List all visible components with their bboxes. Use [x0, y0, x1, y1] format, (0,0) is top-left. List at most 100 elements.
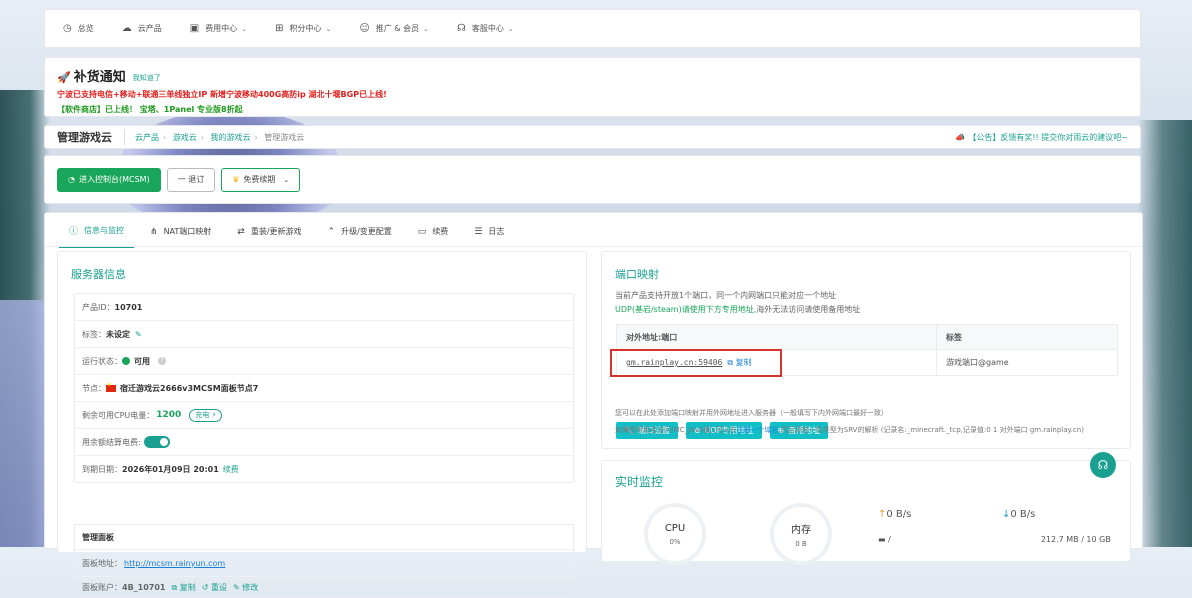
restock-notice: 🚀 补货通知 我知道了 宁波已支持电信+移动+联通三单线独立IP 新增宁波移动40… [44, 57, 1141, 117]
help-icon[interactable]: ? [158, 357, 166, 365]
nav-item-1[interactable]: ☁ 云产品 [122, 23, 162, 34]
notice-line-1: 宁波已支持电信+移动+联通三单线独立IP 新增宁波移动400G高防ip 湖北十堰… [57, 90, 387, 99]
chevron-down-icon: ⌄ [507, 24, 514, 33]
monitor-title: 实时监控 [615, 475, 664, 489]
port-mapping-title: 端口映射 [615, 268, 659, 281]
network-icon: ⋔ [150, 226, 158, 237]
tab-2[interactable]: ⇄ 重装/更新游戏 [227, 226, 311, 248]
top-navigation: ◷ 总览 ☁ 云产品 ▣ 费用中心 ⌄ ⊞ 积分中心 ⌄ ☺ 推广 & 会员 ⌄ ☊ 客服中心 ⌄ [44, 9, 1141, 48]
breadcrumb: 云产品 › 游戏云 › 我的游戏云 › 管理游戏云 [135, 132, 305, 142]
download-speed: ↓0 B/s [1002, 509, 1036, 520]
unsubscribe-button[interactable]: 一 退订 [166, 167, 216, 192]
port-desc-2: UDP(基岩/steam)请使用下方专用地址,海外无法访问请使用备用地址 [615, 305, 861, 314]
nav-item-label: 费用中心 [205, 24, 238, 33]
port-tag: 游戏端口@game [946, 358, 1009, 367]
recharge-button[interactable]: 充电 ⚡ [189, 408, 223, 422]
tab-5[interactable]: ☰ 日志 [464, 226, 514, 248]
expire-value: 2026年01月09日 20:01 [122, 464, 219, 474]
action-bar: ◔ 进入控制台(MCSM) 一 退订 ♛ 免费续期 ⌄ [44, 155, 1141, 204]
expire-row: 到期日期： 2026年01月09日 20:01 续费 [82, 464, 239, 475]
nav-item-5[interactable]: ☊ 客服中心 ⌄ [457, 23, 514, 34]
disk-icon: ▬ [878, 535, 886, 544]
megaphone-icon: 📣 [955, 132, 966, 142]
register-domain-link[interactable]: 注册一个域名 [737, 426, 779, 434]
tab-3[interactable]: ⌃ 升级/变更配置 [318, 226, 402, 248]
tab-4[interactable]: ▭ 续费 [408, 226, 459, 248]
notice-title: 🚀 补货通知 [57, 70, 126, 85]
modify-button[interactable]: ✎ 修改 [233, 582, 258, 593]
enter-control-panel-button[interactable]: ◔ 进入控制台(MCSM) [57, 167, 161, 192]
china-flag-icon [106, 382, 116, 392]
breadcrumb-game-cloud[interactable]: 游戏云 [173, 133, 197, 142]
nav-item-4[interactable]: ☺ 推广 & 会员 ⌄ [359, 23, 429, 34]
snow-tree-right [1138, 120, 1192, 547]
port-desc-1: 当前产品支持开放1个端口，同一个内网端口只能对应一个地址 [615, 291, 837, 300]
video-icon: ▣ [189, 23, 200, 34]
software-store-highlight: 【软件商店】 [57, 105, 105, 114]
edit-icon[interactable]: ✎ [135, 330, 142, 339]
balance-billing-row: 用余额结算电费: [75, 429, 573, 456]
node-row: 节点：宿迁游戏云2666v3MCSM面板节点7 [75, 375, 573, 402]
renew-link[interactable]: 续费 [223, 464, 239, 475]
chevron-down-icon: ⌄ [325, 24, 332, 33]
nav-item-label: 推广 & 会员 [375, 24, 420, 33]
breadcrumb-cloud-products[interactable]: 云产品 [135, 133, 159, 142]
cloud-icon: ☁ [121, 23, 132, 34]
cpu-gauge: CPU 0% [644, 503, 706, 565]
status-row: 运行状态： 可用? [75, 348, 573, 375]
reset-button[interactable]: ↺ 重设 [202, 582, 227, 593]
crown-icon: ♛ [232, 175, 240, 184]
announcement-link[interactable]: 📣 【公告】反馈有奖!! 提交你对雨云的建议吧~ [955, 132, 1128, 143]
chevron-down-icon: ⌄ [241, 24, 248, 33]
nav-item-0[interactable]: ◷ 总览 [63, 23, 94, 34]
page-title: 管理游戏云 [57, 129, 125, 145]
copy-account-button[interactable]: ⧉ 复制 [172, 582, 196, 593]
notice-line-2: 【软件商店】已上线！ 宝塔、1Panel 专业版8折起 [57, 105, 243, 114]
info-icon: ⓘ [69, 227, 79, 237]
tag-value: 未设定 [106, 329, 130, 339]
main-panel: ⓘ 信息与监控 ⋔ NAT端口映射 ⇄ 重装/更新游戏 ⌃ 升级/变更配置 ▭ 续费 ☰ 日志 服务器… [44, 212, 1143, 598]
tab-label: NAT端口映射 [163, 227, 212, 236]
chevron-down-icon: ⌄ [423, 24, 429, 33]
cpu-credit-row: 剩余可用CPU电量： 1200 充电 ⚡ [75, 402, 573, 429]
nav-item-label: 客服中心 [471, 24, 504, 33]
tab-0[interactable]: ⓘ 信息与监控 [59, 224, 135, 248]
panel-address-link[interactable]: http://mcsm.rainyun.com [124, 559, 225, 568]
breadcrumb-my-game-cloud[interactable]: 我的游戏云 [211, 133, 251, 142]
upgrade-icon: ⌃ [327, 226, 336, 237]
panel-section-title: 管理面板 [75, 525, 573, 550]
tab-label: 升级/变更配置 [341, 227, 392, 236]
balance-billing-toggle[interactable] [143, 436, 170, 448]
breadcrumb-current: 管理游戏云 [264, 132, 305, 142]
nav-item-label: 积分中心 [289, 24, 322, 33]
memory-gauge: 内存 0 B [770, 503, 832, 565]
customer-support-button[interactable]: ☊ [1090, 452, 1116, 478]
gift-icon: ⊞ [275, 23, 284, 34]
nav-item-2[interactable]: ▣ 费用中心 ⌄ [190, 23, 247, 34]
log-icon: ☰ [474, 226, 483, 237]
cpu-credit-value: 1200 [156, 410, 182, 420]
tag-row: 标签： 未设定 ✎ [75, 321, 573, 348]
highlight-box [610, 349, 782, 377]
rocket-icon: 🚀 [57, 71, 71, 84]
free-renew-dropdown[interactable]: ♛ 免费续期 ⌄ [221, 167, 301, 192]
server-info-title: 服务器信息 [71, 268, 126, 281]
product-id-value: 10701 [114, 302, 143, 312]
panel-info-box: 管理面板 面板地址： http://mcsm.rainyun.com 面板账户： 4… [74, 524, 574, 598]
tab-label: 续费 [432, 227, 449, 236]
disk-usage: ▬ /212.7 MB / 10 GB [878, 535, 1111, 544]
headset-icon: ☊ [1097, 458, 1109, 472]
nav-item-label: 总览 [77, 24, 94, 33]
nav-item-3[interactable]: ⊞ 积分中心 ⌄ [275, 23, 331, 34]
dismiss-notice-link[interactable]: 我知道了 [133, 73, 161, 83]
tab-label: 信息与监控 [84, 226, 125, 235]
breadcrumb-bar: 管理游戏云 云产品 › 游戏云 › 我的游戏云 › 管理游戏云 📣 【公告】反馈有奖!!… [44, 125, 1141, 149]
dashboard-icon: ◔ [68, 175, 75, 184]
dashboard-icon: ◷ [63, 23, 72, 34]
tab-1[interactable]: ⋔ NAT端口映射 [140, 226, 221, 248]
reinstall-icon: ⇄ [237, 226, 245, 237]
node-value: 宿迁游戏云2666v3MCSM面板节点7 [120, 383, 259, 393]
product-id-row: 产品ID： 10701 [75, 294, 573, 321]
tab-label: 日志 [488, 227, 505, 236]
upload-speed: ↑0 B/s [878, 509, 912, 520]
